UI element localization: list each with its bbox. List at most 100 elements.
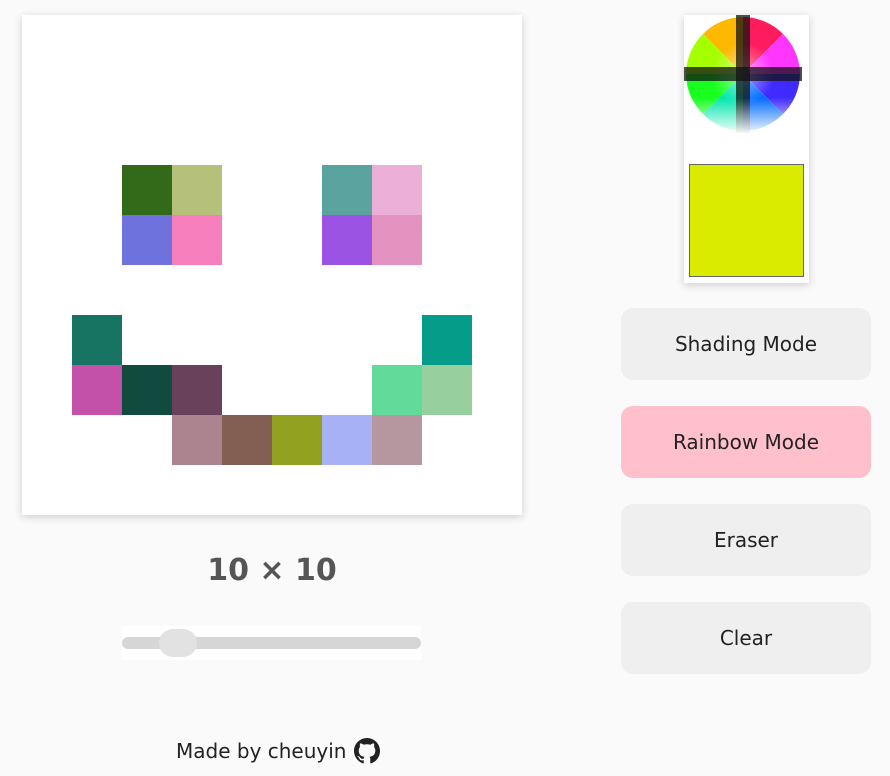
grid-cell[interactable] <box>422 15 472 65</box>
grid-cell[interactable] <box>272 215 322 265</box>
grid-cell[interactable] <box>222 265 272 315</box>
grid-cell[interactable] <box>222 415 272 465</box>
grid-cell[interactable] <box>72 15 122 65</box>
grid-cell[interactable] <box>422 315 472 365</box>
grid-cell[interactable] <box>422 215 472 265</box>
grid-cell[interactable] <box>372 65 422 115</box>
shading-mode-button[interactable]: Shading Mode <box>621 308 871 380</box>
grid-cell[interactable] <box>472 15 522 65</box>
grid-cell[interactable] <box>122 65 172 115</box>
github-icon[interactable] <box>354 738 381 764</box>
grid-cell[interactable] <box>422 415 472 465</box>
grid-cell[interactable] <box>172 265 222 315</box>
grid-cell[interactable] <box>222 165 272 215</box>
grid-cell[interactable] <box>172 15 222 65</box>
grid-cell[interactable] <box>422 65 472 115</box>
grid-cell[interactable] <box>222 115 272 165</box>
grid-cell[interactable] <box>472 465 522 515</box>
grid-cell[interactable] <box>172 365 222 415</box>
grid-cell[interactable] <box>372 365 422 415</box>
grid-cell[interactable] <box>472 415 522 465</box>
color-wheel-icon[interactable] <box>684 15 802 133</box>
slider-thumb[interactable] <box>159 629 198 657</box>
grid-cell[interactable] <box>372 165 422 215</box>
grid-cell[interactable] <box>22 215 72 265</box>
grid-cell[interactable] <box>122 115 172 165</box>
grid-cell[interactable] <box>372 465 422 515</box>
grid-cell[interactable] <box>372 215 422 265</box>
grid-cell[interactable] <box>172 465 222 515</box>
clear-button[interactable]: Clear <box>621 602 871 674</box>
rainbow-mode-button[interactable]: Rainbow Mode <box>621 406 871 478</box>
grid-cell[interactable] <box>172 315 222 365</box>
grid-cell[interactable] <box>272 315 322 365</box>
grid-cell[interactable] <box>22 165 72 215</box>
grid-cell[interactable] <box>72 415 122 465</box>
grid-cell[interactable] <box>72 115 122 165</box>
grid-cell[interactable] <box>222 215 272 265</box>
grid-cell[interactable] <box>372 315 422 365</box>
grid-cell[interactable] <box>472 265 522 315</box>
current-color-swatch[interactable] <box>689 164 804 277</box>
grid-cell[interactable] <box>472 315 522 365</box>
grid-cell[interactable] <box>472 365 522 415</box>
grid-cell[interactable] <box>172 65 222 115</box>
grid-cell[interactable] <box>122 265 172 315</box>
sketch-board[interactable] <box>22 15 522 515</box>
grid-cell[interactable] <box>272 365 322 415</box>
grid-cell[interactable] <box>422 365 472 415</box>
grid-cell[interactable] <box>72 65 122 115</box>
grid-cell[interactable] <box>72 215 122 265</box>
color-picker[interactable] <box>684 15 809 283</box>
pixel-grid[interactable] <box>22 15 522 515</box>
grid-cell[interactable] <box>472 65 522 115</box>
grid-cell[interactable] <box>322 265 372 315</box>
eraser-button[interactable]: Eraser <box>621 504 871 576</box>
grid-cell[interactable] <box>22 315 72 365</box>
grid-cell[interactable] <box>122 465 172 515</box>
grid-cell[interactable] <box>22 15 72 65</box>
grid-cell[interactable] <box>222 15 272 65</box>
grid-cell[interactable] <box>322 115 372 165</box>
grid-cell[interactable] <box>422 115 472 165</box>
grid-cell[interactable] <box>472 165 522 215</box>
grid-cell[interactable] <box>72 365 122 415</box>
grid-cell[interactable] <box>222 315 272 365</box>
grid-size-slider[interactable] <box>122 626 421 660</box>
grid-cell[interactable] <box>172 165 222 215</box>
grid-cell[interactable] <box>122 165 172 215</box>
grid-cell[interactable] <box>22 465 72 515</box>
grid-cell[interactable] <box>22 415 72 465</box>
grid-cell[interactable] <box>322 465 372 515</box>
grid-cell[interactable] <box>422 465 472 515</box>
grid-cell[interactable] <box>322 315 372 365</box>
grid-cell[interactable] <box>272 15 322 65</box>
grid-cell[interactable] <box>272 265 322 315</box>
grid-cell[interactable] <box>122 315 172 365</box>
grid-cell[interactable] <box>272 465 322 515</box>
grid-cell[interactable] <box>372 415 422 465</box>
grid-cell[interactable] <box>472 215 522 265</box>
grid-cell[interactable] <box>222 465 272 515</box>
grid-cell[interactable] <box>72 265 122 315</box>
grid-cell[interactable] <box>322 415 372 465</box>
grid-cell[interactable] <box>172 415 222 465</box>
grid-cell[interactable] <box>222 65 272 115</box>
grid-cell[interactable] <box>472 115 522 165</box>
grid-cell[interactable] <box>172 215 222 265</box>
grid-cell[interactable] <box>372 15 422 65</box>
grid-cell[interactable] <box>322 165 372 215</box>
grid-cell[interactable] <box>72 465 122 515</box>
grid-cell[interactable] <box>222 365 272 415</box>
grid-cell[interactable] <box>122 15 172 65</box>
grid-cell[interactable] <box>22 65 72 115</box>
grid-cell[interactable] <box>122 415 172 465</box>
grid-cell[interactable] <box>322 65 372 115</box>
grid-cell[interactable] <box>72 315 122 365</box>
grid-cell[interactable] <box>22 115 72 165</box>
grid-cell[interactable] <box>122 365 172 415</box>
grid-cell[interactable] <box>322 15 372 65</box>
grid-cell[interactable] <box>322 215 372 265</box>
grid-cell[interactable] <box>272 165 322 215</box>
grid-cell[interactable] <box>272 65 322 115</box>
